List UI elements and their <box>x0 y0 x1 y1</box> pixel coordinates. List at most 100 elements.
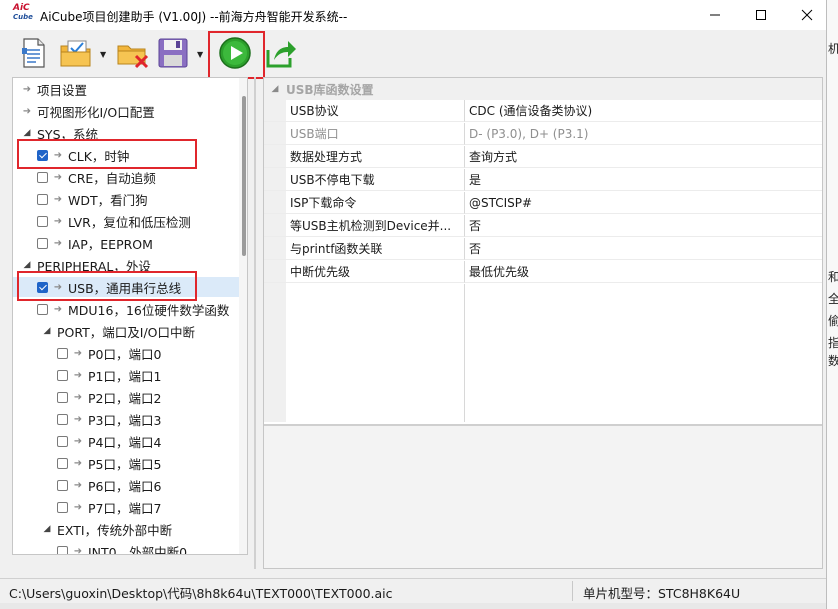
tree-item[interactable]: ➜ P4口，端口4 <box>13 431 247 451</box>
property-row[interactable]: USB不停电下载是 <box>264 169 822 192</box>
tree-item[interactable]: ➜ 项目设置 <box>13 79 247 99</box>
arrow-right-icon: ➜ <box>53 237 63 249</box>
maximize-button[interactable] <box>738 0 784 30</box>
property-value[interactable]: 否 <box>464 238 822 260</box>
collapse-icon[interactable]: ◢ <box>264 84 286 94</box>
minimize-icon <box>710 14 720 16</box>
close-button[interactable] <box>784 0 830 30</box>
tree-item[interactable]: ➜ P0口，端口0 <box>13 343 247 363</box>
tree-item[interactable]: ◢ EXTI，传统外部中断 <box>13 519 247 539</box>
bg-text: 全 <box>828 292 838 306</box>
tree-item[interactable]: ➜ MDU16，16位硬件数学函数 <box>13 299 247 319</box>
tree-item-checkbox[interactable] <box>37 193 48 205</box>
export-button[interactable] <box>264 36 298 70</box>
property-name: 等USB主机检测到Device并... <box>264 215 464 237</box>
tree-item-checkbox[interactable] <box>37 171 48 183</box>
tree-item[interactable]: ➜ WDT，看门狗 <box>13 189 247 209</box>
tree-item-label: P7口，端口7 <box>88 500 162 516</box>
chevron-down-icon[interactable]: ▼ <box>100 50 106 59</box>
app-window: AiC Cube AiCube项目创建助手 (V1.00J) --前海方舟智能开… <box>0 0 827 609</box>
arrow-right-icon: ➜ <box>73 391 83 403</box>
tree-item[interactable]: ➜ P5口，端口5 <box>13 453 247 473</box>
open-folder-button[interactable] <box>59 36 93 70</box>
background-window-edge: 机 和 全 偷 指 数 <box>827 0 838 609</box>
tree-item-checkbox[interactable] <box>57 413 68 425</box>
tree-item-checkbox[interactable] <box>57 347 68 359</box>
property-row[interactable]: USB协议 CDC (通信设备类协议) <box>264 100 822 123</box>
tree-item[interactable]: ➜ P7口，端口7 <box>13 497 247 517</box>
tree-item[interactable]: ➜ INT0，外部中断0 <box>13 541 247 554</box>
property-row[interactable]: 与printf函数关联否 <box>264 238 822 261</box>
tree-item-label: P0口，端口0 <box>88 346 162 362</box>
tree-item-checkbox[interactable] <box>57 391 68 403</box>
arrow-right-icon: ➜ <box>22 83 32 95</box>
tree-item-label: 可视图形化I/O口配置 <box>37 104 155 120</box>
chevron-down-icon[interactable]: ▼ <box>197 50 203 59</box>
tree-scrollbar[interactable] <box>239 78 247 554</box>
property-name: USB不停电下载 <box>264 169 464 191</box>
tree-item-label: WDT，看门狗 <box>68 192 148 208</box>
highlight-box <box>208 31 265 79</box>
description-panel <box>264 424 822 568</box>
highlight-box <box>17 271 197 301</box>
tree-item-checkbox[interactable] <box>37 215 48 227</box>
property-row[interactable]: ISP下载命令 @STCISP# <box>264 192 822 215</box>
property-value[interactable]: @STCISP# <box>464 192 822 214</box>
property-name: 与printf函数关联 <box>264 238 464 260</box>
tree-item[interactable]: ➜ P1口，端口1 <box>13 365 247 385</box>
property-row[interactable]: USB端口 D- (P3.0), D+ (P3.1) <box>264 123 822 146</box>
section-header[interactable]: ◢ USB库函数设置 <box>264 78 822 100</box>
tree-scrollbar-thumb[interactable] <box>242 96 246 256</box>
expand-caret-icon[interactable]: ◢ <box>21 260 33 270</box>
expand-caret-icon[interactable]: ◢ <box>41 524 53 534</box>
property-value[interactable]: 查询方式 <box>464 146 822 168</box>
tree-item[interactable]: ➜ IAP，EEPROM <box>13 233 247 253</box>
tree-item[interactable]: ➜ P3口，端口3 <box>13 409 247 429</box>
arrow-right-icon: ➜ <box>73 413 83 425</box>
window-bottom-edge <box>0 603 826 609</box>
arrow-right-icon: ➜ <box>73 457 83 469</box>
expand-caret-icon[interactable]: ◢ <box>41 326 53 336</box>
tree-item-checkbox[interactable] <box>57 479 68 491</box>
minimize-button[interactable] <box>692 0 738 30</box>
tree-item-label: P4口，端口4 <box>88 434 162 450</box>
save-button[interactable] <box>156 36 190 70</box>
tree-item-label: LVR，复位和低压检测 <box>68 214 191 230</box>
property-row[interactable]: 等USB主机检测到Device并... 否 <box>264 215 822 238</box>
property-value[interactable]: 是 <box>464 169 822 191</box>
tree-item-checkbox[interactable] <box>37 237 48 249</box>
column-divider <box>464 284 465 422</box>
pane-splitter[interactable] <box>254 77 256 569</box>
tree-item[interactable]: ➜ P6口，端口6 <box>13 475 247 495</box>
tree-item-checkbox[interactable] <box>57 457 68 469</box>
property-name: USB协议 <box>264 100 464 122</box>
property-row[interactable]: 数据处理方式 查询方式 <box>264 146 822 169</box>
tree-item-checkbox[interactable] <box>57 369 68 381</box>
property-row[interactable]: 中断优先级 最低优先级 <box>264 261 822 284</box>
property-value[interactable]: D- (P3.0), D+ (P3.1) <box>464 123 822 145</box>
tree-item[interactable]: ◢ PORT，端口及I/O口中断 <box>13 321 247 341</box>
tree-item[interactable]: ➜ CRE，自动追频 <box>13 167 247 187</box>
tree-item-label: P2口，端口2 <box>88 390 162 406</box>
property-value[interactable]: CDC (通信设备类协议) <box>464 100 822 122</box>
arrow-right-icon: ➜ <box>22 105 32 117</box>
property-name: USB端口 <box>264 123 464 145</box>
tree-item[interactable]: ➜ LVR，复位和低压检测 <box>13 211 247 231</box>
close-project-button[interactable] <box>116 36 150 70</box>
tree-item-label: 项目设置 <box>37 82 88 98</box>
tree-item[interactable]: ➜ P2口，端口2 <box>13 387 247 407</box>
tree-item-label: P6口，端口6 <box>88 478 162 494</box>
property-value[interactable]: 最低优先级 <box>464 261 822 283</box>
tree-item-checkbox[interactable] <box>57 435 68 447</box>
tree-item-checkbox[interactable] <box>37 303 48 315</box>
expand-caret-icon[interactable]: ◢ <box>21 128 33 138</box>
title-bar[interactable]: AiC Cube AiCube项目创建助手 (V1.00J) --前海方舟智能开… <box>0 0 826 30</box>
project-path: C:\Users\guoxin\Desktop\代码\8h8k64u\TEXT0… <box>9 586 393 601</box>
tree-item-checkbox[interactable] <box>57 501 68 513</box>
tree-item[interactable]: ➜ 可视图形化I/O口配置 <box>13 101 247 121</box>
tree-item-checkbox[interactable] <box>57 545 68 554</box>
property-value[interactable]: 否 <box>464 215 822 237</box>
tree-item-label: MDU16，16位硬件数学函数 <box>68 302 230 318</box>
new-project-button[interactable] <box>16 36 50 70</box>
arrow-right-icon: ➜ <box>53 215 63 227</box>
